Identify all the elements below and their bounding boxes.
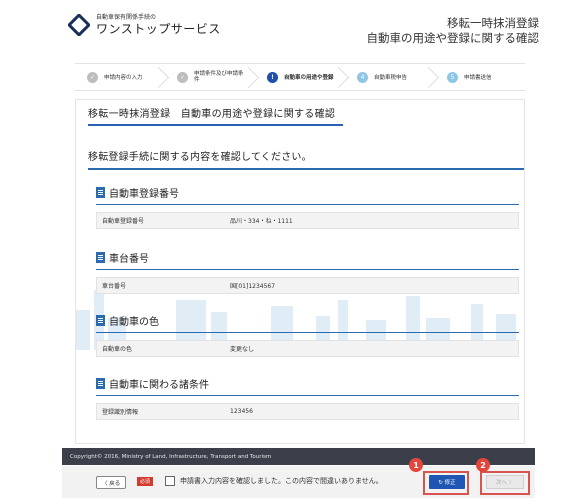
step-2: ✓ 申請条件及び申請条 件: [165, 64, 255, 90]
document-icon: [96, 252, 105, 263]
section-heading-text: 自動車登録番号: [109, 189, 179, 200]
header-title-line2: 自動車の用途や登録に関する確認: [366, 31, 540, 45]
highlight-box-fix: [423, 471, 469, 495]
step-3: ! 自動車の用途や登録: [255, 64, 345, 90]
required-badge: 必須: [137, 477, 154, 486]
info-row: 自動車登録番号 品川・334・ね・1111: [96, 212, 519, 229]
check-icon: ✓: [87, 71, 98, 83]
logo-title: ワンストップサービス: [96, 22, 221, 36]
step-label: 自動車税申告: [374, 75, 408, 81]
header-title-line1: 移転一時抹消登録: [447, 16, 539, 30]
section-heading: 自動車に関わる諸条件: [96, 376, 519, 396]
step-number: 4: [357, 71, 368, 83]
confirm-checkbox[interactable]: [165, 476, 175, 486]
step-1: ✓ 申請内容の入力: [75, 64, 165, 90]
step-5: 5 申請書送信: [435, 64, 525, 90]
step-number: 5: [447, 71, 458, 83]
section-vehicle-conditions: 自動車に関わる諸条件 登録識別情報 123456: [96, 376, 519, 420]
field-value: 国[01]1234567: [230, 283, 276, 290]
app-header: 自動車保有関係手続の ワンストップサービス 移転一時抹消登録 自動車の用途や登録…: [0, 0, 569, 58]
header-title: 移転一時抹消登録 自動車の用途や登録に関する確認: [367, 16, 540, 46]
content-panel: 移転一時抹消登録 自動車の用途や登録に関する確認 移転登録手続に関する内容を確認…: [75, 99, 525, 444]
section-heading-text: 車台番号: [109, 254, 149, 265]
page-title-container: 移転一時抹消登録 自動車の用途や登録に関する確認: [88, 108, 343, 126]
document-icon: [96, 187, 105, 198]
info-row: 登録識別情報 123456: [96, 403, 519, 420]
section-heading: 車台番号: [96, 250, 519, 270]
copyright-bar: Copyright© 2016, Ministry of Land, Infra…: [62, 448, 535, 465]
step-marker-1: 1: [409, 458, 423, 472]
highlight-box-next: [480, 471, 530, 495]
step-label: 自動車の用途や登録: [284, 75, 334, 81]
info-row: 車台番号 国[01]1234567: [96, 277, 519, 294]
step-marker-2: 2: [476, 458, 490, 472]
instruction-text: 移転登録手続に関する内容を確認してください。: [88, 148, 524, 170]
field-value: 変更なし: [230, 346, 255, 353]
page-title: 移転一時抹消登録 自動車の用途や登録に関する確認: [88, 109, 336, 120]
logo-mark-icon: [68, 14, 90, 36]
section-heading: 自動車登録番号: [96, 185, 519, 205]
step-label: 申請内容の入力: [104, 75, 143, 81]
field-label: 車台番号: [102, 283, 127, 290]
check-icon: ✓: [177, 71, 188, 83]
section-vehicle-color: 自動車の色 自動車の色 変更なし: [96, 313, 519, 357]
field-value: 品川・334・ね・1111: [230, 218, 293, 225]
back-button[interactable]: 〈 戻る: [96, 476, 127, 489]
section-heading-text: 自動車に関わる諸条件: [109, 380, 209, 391]
section-heading: 自動車の色: [96, 313, 519, 333]
step-label: 申請条件及び申請条 件: [194, 71, 244, 83]
field-label: 自動車登録番号: [102, 218, 145, 225]
site-logo[interactable]: 自動車保有関係手続の ワンストップサービス: [68, 14, 221, 36]
alert-icon: !: [267, 71, 278, 83]
progress-stepper: ✓ 申請内容の入力 ✓ 申請条件及び申請条 件 ! 自動車の用途や登録 4 自動…: [75, 63, 525, 91]
field-label: 自動車の色: [102, 346, 133, 353]
document-icon: [96, 378, 105, 389]
section-registration-number: 自動車登録番号 自動車登録番号 品川・334・ね・1111: [96, 185, 519, 229]
confirm-checkbox-label[interactable]: 申請書入力内容を確認しました。この内容で間違いありません。: [180, 476, 383, 487]
info-row: 自動車の色 変更なし: [96, 340, 519, 357]
step-label: 申請書送信: [464, 75, 492, 81]
logo-subtitle: 自動車保有関係手続の: [96, 14, 157, 21]
document-icon: [96, 315, 105, 326]
field-label: 登録識別情報: [102, 409, 139, 416]
section-heading-text: 自動車の色: [109, 317, 159, 328]
section-chassis-number: 車台番号 車台番号 国[01]1234567: [96, 250, 519, 294]
field-value: 123456: [230, 408, 253, 415]
step-4: 4 自動車税申告: [345, 64, 435, 90]
